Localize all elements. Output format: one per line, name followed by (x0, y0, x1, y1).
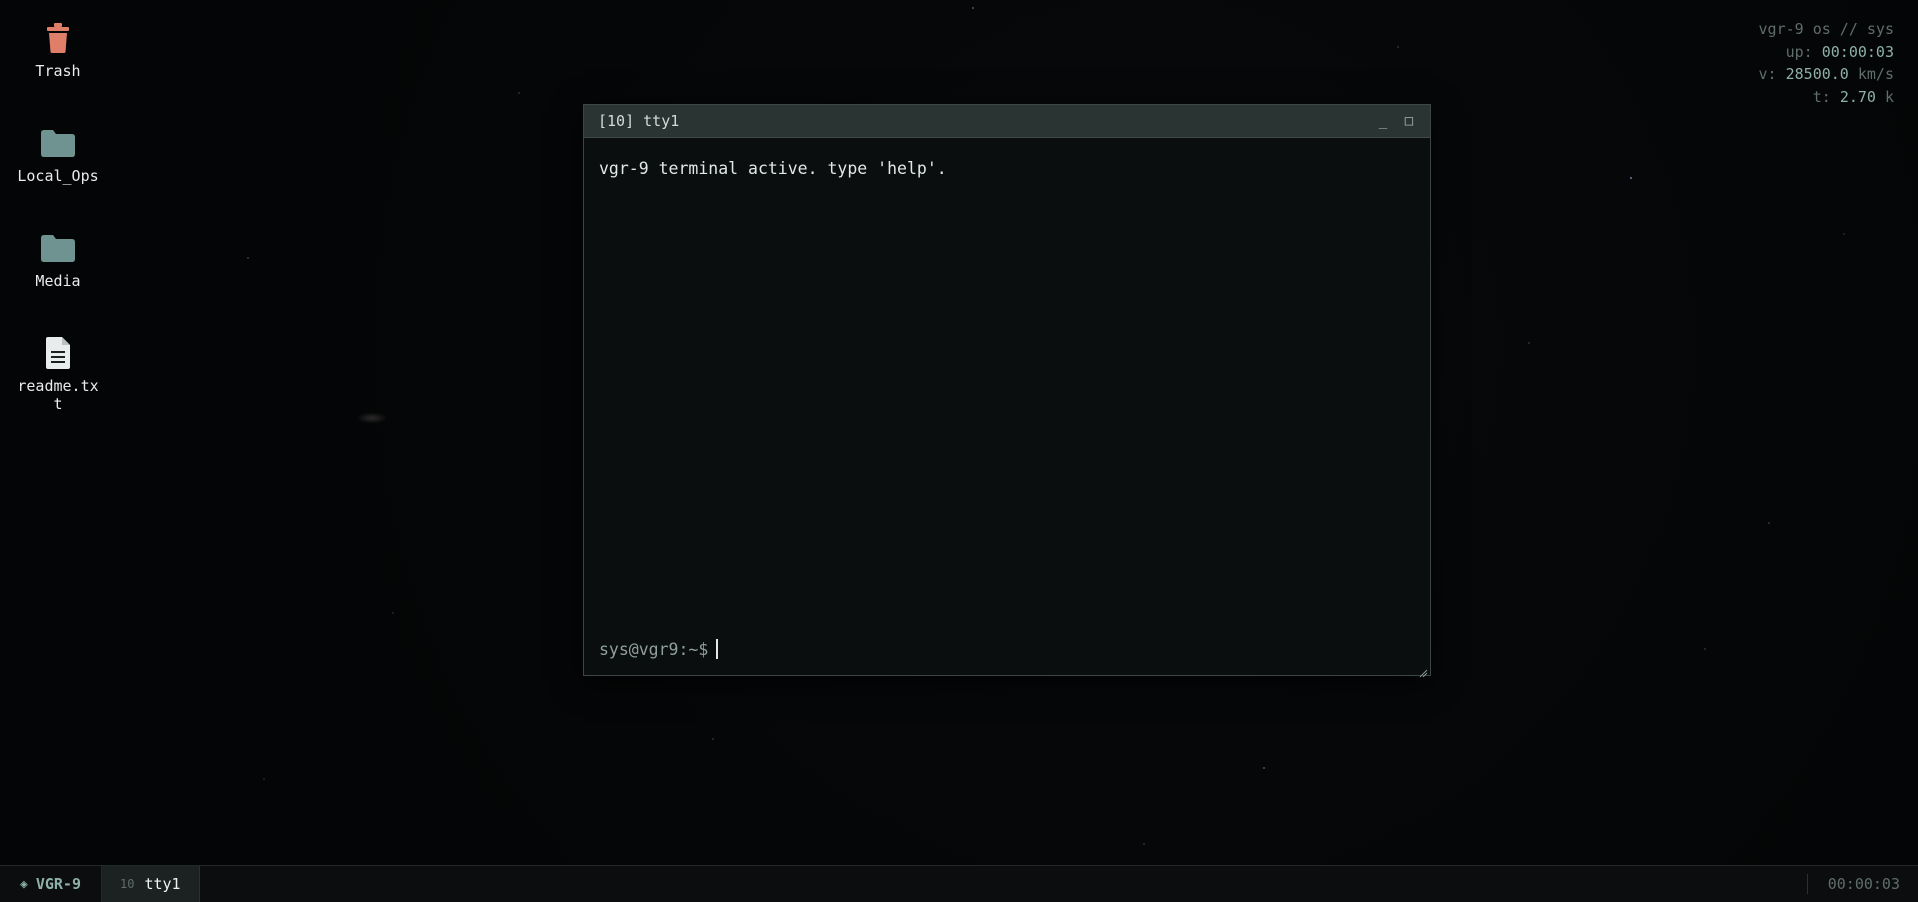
desktop-icon-media[interactable]: Media (10, 228, 106, 290)
sysinfo-uptime: up: 00:00:03 (1785, 42, 1894, 61)
folder-icon (38, 228, 78, 268)
resize-handle-icon[interactable] (1418, 663, 1428, 678)
taskbar-spacer (200, 866, 1807, 902)
start-label: VGR-9 (35, 875, 81, 893)
terminal-title: [10] tty1 (598, 112, 680, 130)
document-icon (38, 333, 78, 373)
folder-icon (38, 123, 78, 163)
taskbar: ◈ VGR-9 10 tty1 00:00:03 (0, 865, 1918, 902)
desktop-icon-label: Local_Ops (17, 167, 99, 185)
desktop-icon-readme[interactable]: readme.txt (10, 333, 106, 413)
sysinfo-temperature: t: 2.70 k (1812, 87, 1894, 106)
maximize-button[interactable]: □ (1402, 113, 1416, 129)
system-readout: vgr-9 os // sys up: 00:00:03 v: 28500.0 … (1759, 18, 1894, 108)
diamond-icon: ◈ (20, 876, 28, 892)
task-number: 10 (119, 877, 135, 891)
taskbar-clock: 00:00:03 (1806, 874, 1918, 894)
sysinfo-os: vgr-9 os // sys (1758, 20, 1894, 38)
terminal-titlebar[interactable]: [10] tty1 _ □ (584, 105, 1430, 138)
desktop-icon-label: readme.txt (17, 377, 99, 413)
sysinfo-velocity: v: 28500.0 km/s (1758, 65, 1894, 83)
desktop-icon-label: Trash (35, 62, 81, 80)
text-cursor (716, 639, 719, 659)
taskbar-item-tty1[interactable]: 10 tty1 (101, 866, 200, 902)
desktop: Trash Local_Ops Media readme.txt vgr-9 o… (0, 0, 1918, 865)
terminal-input-line[interactable]: sys@vgr9:~$ (599, 639, 719, 659)
trash-icon (38, 18, 78, 58)
terminal-prompt: sys@vgr9:~$ (599, 639, 709, 659)
task-name: tty1 (144, 875, 181, 893)
start-button[interactable]: ◈ VGR-9 (0, 866, 102, 902)
desktop-icon-local-ops[interactable]: Local_Ops (10, 123, 106, 185)
terminal-output: vgr-9 terminal active. type 'help'. (599, 159, 947, 178)
desktop-icon-trash[interactable]: Trash (10, 18, 106, 80)
desktop-icon-label: Media (35, 272, 81, 290)
terminal-body[interactable]: vgr-9 terminal active. type 'help'. sys@… (584, 138, 1430, 675)
minimize-button[interactable]: _ (1376, 113, 1390, 129)
terminal-window[interactable]: [10] tty1 _ □ vgr-9 terminal active. typ… (583, 104, 1431, 678)
